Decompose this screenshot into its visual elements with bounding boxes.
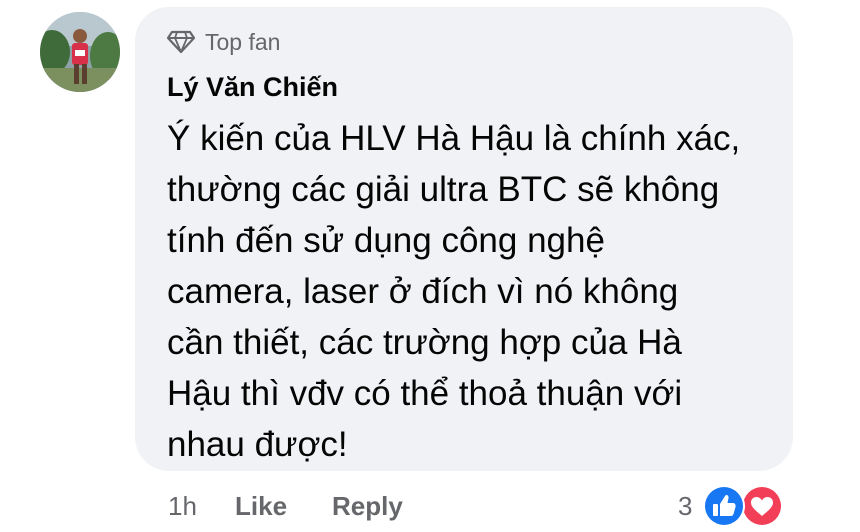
diamond-icon: [167, 30, 195, 54]
like-button[interactable]: Like: [235, 488, 287, 524]
reaction-summary[interactable]: [702, 484, 788, 528]
comment-line: Ý kiến của HLV Hà Hậu là chính xác,: [167, 119, 741, 158]
badge-label: Top fan: [205, 28, 281, 55]
top-fan-badge: Top fan: [167, 27, 280, 57]
comment-text: Ý kiến của HLV Hà Hậu là chính xác, thườn…: [167, 113, 779, 470]
comment-line: tính đến sử dụng công nghệ: [167, 221, 605, 260]
reply-button[interactable]: Reply: [332, 488, 403, 524]
comment-line: cần thiết, các trường hợp của Hà: [167, 323, 682, 362]
reaction-count[interactable]: 3: [678, 488, 692, 524]
comment-line: Hậu thì vđv có thể thoả thuận với: [167, 374, 683, 413]
heart-icon: [741, 485, 783, 527]
author-name[interactable]: Lý Văn Chiến: [167, 72, 338, 103]
comment-timestamp[interactable]: 1h: [168, 488, 197, 524]
comment-item: Top fan Lý Văn Chiến Ý kiến của HLV Hà H…: [0, 0, 860, 532]
comment-line: nhau được!: [167, 425, 348, 464]
avatar-photo: [40, 12, 120, 92]
thumbs-up-icon: [703, 485, 745, 527]
comment-line: thường các giải ultra BTC sẽ không: [167, 170, 720, 209]
comment-line: camera, laser ở đích vì nó không: [167, 272, 679, 311]
avatar[interactable]: [40, 12, 120, 92]
